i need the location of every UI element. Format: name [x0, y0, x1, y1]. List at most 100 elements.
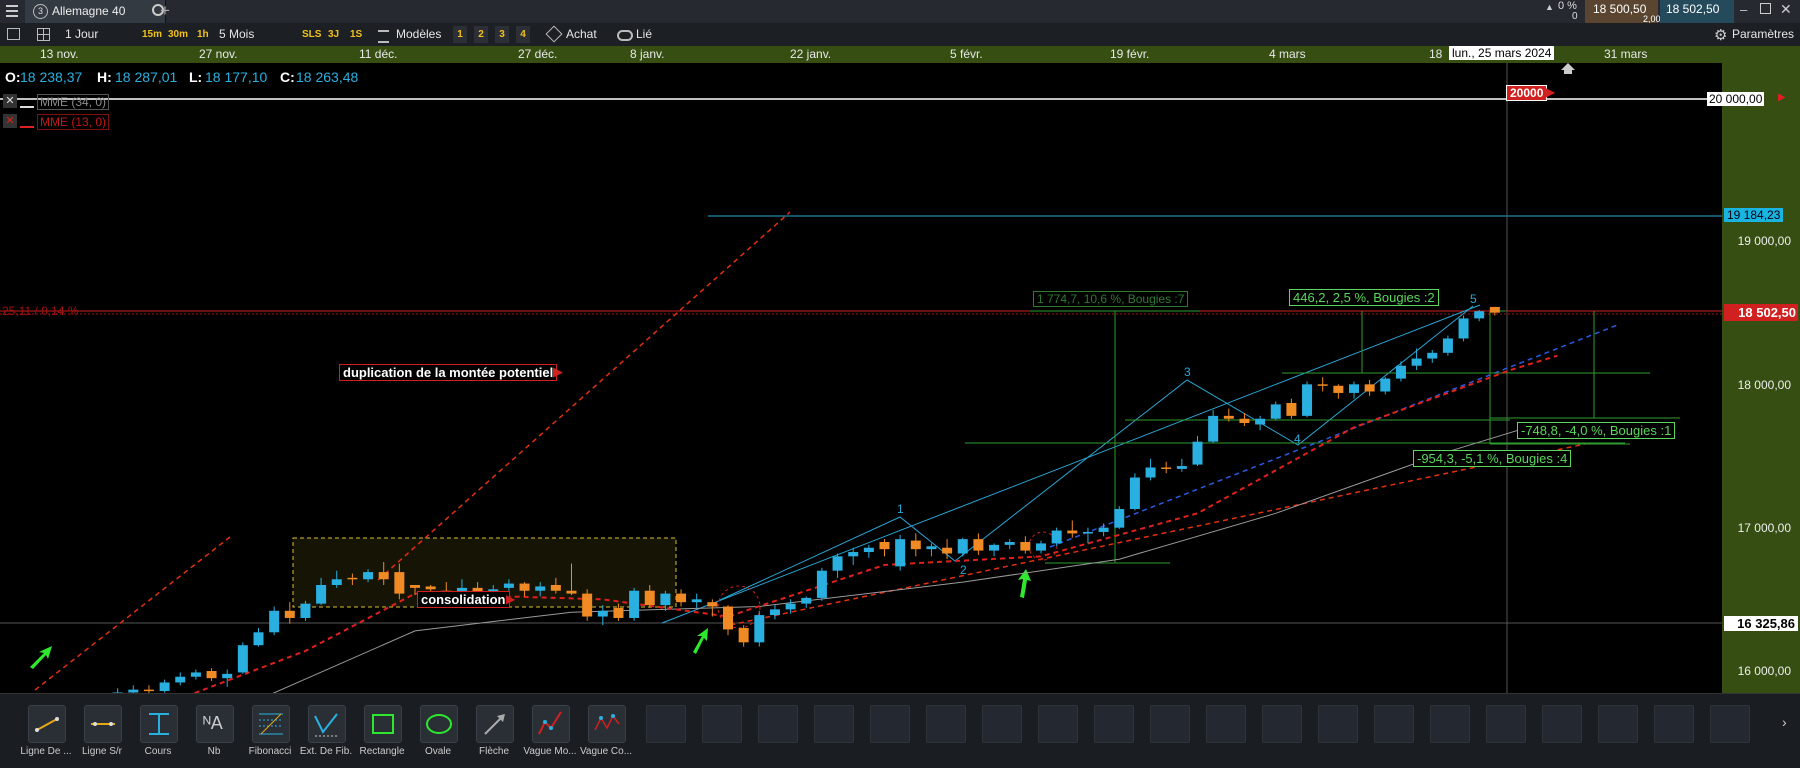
tool-arrow[interactable] [476, 705, 514, 743]
measure-label-4[interactable]: -954,3, -5,1 %, Bougies :4 [1413, 450, 1572, 467]
empty-tool-slot[interactable] [814, 705, 854, 743]
candle-body [363, 572, 374, 580]
tool-motive-wave[interactable] [532, 705, 570, 743]
candle-body [957, 539, 968, 554]
empty-tool-slot[interactable] [1598, 705, 1638, 743]
wave-label: 2 [960, 563, 967, 577]
empty-tool-slot[interactable] [1318, 705, 1358, 743]
tab-number-icon: 3 [33, 4, 48, 19]
quick-3j[interactable]: 3J [328, 26, 339, 43]
ask-box[interactable]: 18 502,50 [1660, 0, 1734, 23]
layout-3[interactable]: 3 [495, 26, 509, 43]
layout-icon[interactable] [7, 28, 20, 40]
empty-tool-slot[interactable] [758, 705, 798, 743]
duplication-line-short [34, 536, 231, 691]
grid-icon[interactable] [37, 28, 50, 41]
layout-2[interactable]: 2 [474, 26, 488, 43]
candle-body [1067, 530, 1078, 534]
tool-text[interactable]: ᴺA [196, 705, 234, 743]
tool-fibonacci[interactable] [252, 705, 290, 743]
remove-indicator-icon[interactable]: ✕ [3, 94, 17, 108]
tool-label: Rectangle [359, 746, 405, 757]
tool-oval[interactable] [420, 705, 458, 743]
empty-tool-slot[interactable] [1094, 705, 1134, 743]
duplication-label[interactable]: duplication de la montée potentiel [339, 364, 558, 381]
measure-label-3[interactable]: -748,8, -4,0 %, Bougies :1 [1517, 422, 1676, 439]
instrument-tab[interactable]: 3 Allemagne 40 [25, 0, 166, 23]
remove-indicator-icon[interactable]: ✕ [3, 114, 17, 128]
tool-price[interactable] [140, 705, 178, 743]
minimize-icon[interactable]: – [1740, 2, 1747, 17]
templates-button[interactable]: Modèles [396, 26, 441, 43]
tool-corrective-wave[interactable] [588, 705, 626, 743]
candle-body [175, 676, 186, 683]
layout-1[interactable]: 1 [453, 26, 467, 43]
empty-tool-slot[interactable] [1654, 705, 1694, 743]
hide-indicator-icon[interactable] [20, 114, 34, 128]
tool-rectangle[interactable] [364, 705, 402, 743]
empty-tool-slot[interactable] [982, 705, 1022, 743]
consolidation-label[interactable]: consolidation [417, 591, 510, 608]
change-abs: 0 [1572, 11, 1578, 22]
quick-sls[interactable]: SLS [302, 26, 321, 43]
templates-icon[interactable] [378, 30, 389, 43]
measure-label-2[interactable]: 446,2, 2,5 %, Bougies :2 [1289, 289, 1439, 306]
tf-1h[interactable]: 1h [197, 26, 209, 43]
tf-30m[interactable]: 30m [168, 26, 188, 43]
candle-body [269, 610, 280, 633]
empty-tool-slot[interactable] [1206, 705, 1246, 743]
hide-indicator-icon[interactable] [20, 94, 34, 108]
quick-1s[interactable]: 1S [350, 26, 362, 43]
menu-icon[interactable] [6, 5, 18, 17]
empty-tool-slot[interactable] [1374, 705, 1414, 743]
candle-body [1302, 384, 1313, 416]
empty-tool-slot[interactable] [926, 705, 966, 743]
empty-tool-slot[interactable] [1150, 705, 1190, 743]
empty-tool-slot[interactable] [1542, 705, 1582, 743]
wave-label: 4 [1294, 432, 1301, 446]
candle-body [1208, 415, 1219, 442]
price-tick: 18 000,00 [1737, 378, 1791, 392]
candle-body [1098, 527, 1109, 532]
empty-tool-slot[interactable] [1486, 705, 1526, 743]
empty-tool-slot[interactable] [1430, 705, 1470, 743]
settings-button[interactable]: Paramètres [1732, 26, 1794, 43]
buy-button[interactable]: Achat [566, 26, 597, 43]
period-select[interactable]: 1 Jour [65, 26, 98, 43]
current-price-tag: 18 502,50 [1724, 304, 1798, 321]
close-icon[interactable]: ✕ [1780, 1, 1792, 18]
empty-tool-slot[interactable] [646, 705, 686, 743]
maximize-icon[interactable] [1760, 3, 1771, 14]
empty-tool-slot[interactable] [702, 705, 742, 743]
ema34-label: MME (34, 0) [37, 94, 110, 110]
low-label: L: [189, 69, 203, 85]
measure-label-1[interactable]: 1 774,7, 10,6 %, Bougies :7 [1033, 291, 1189, 307]
empty-tool-slot[interactable] [1262, 705, 1302, 743]
tool-trendline[interactable] [28, 705, 66, 743]
settings-icon[interactable]: ⚙ [1714, 26, 1727, 44]
candlestick-chart[interactable] [0, 63, 1722, 693]
candle-body [644, 590, 655, 606]
candle-body [1286, 402, 1297, 416]
candle-body [143, 689, 154, 692]
add-tab-icon[interactable]: + [160, 1, 170, 21]
linked-button[interactable]: Lié [636, 26, 652, 43]
candle-body [519, 583, 530, 591]
tool-sr-line[interactable] [84, 705, 122, 743]
empty-tool-slot[interactable] [1038, 705, 1078, 743]
layout-4[interactable]: 4 [516, 26, 530, 43]
current-change-label: 25,11 / 0,14 % [2, 304, 79, 318]
empty-tool-slot[interactable] [1710, 705, 1750, 743]
scroll-right-icon[interactable]: › [1782, 714, 1787, 730]
candle-body [378, 572, 389, 580]
price-tick: 19 000,00 [1737, 234, 1791, 248]
range-select[interactable]: 5 Mois [219, 26, 254, 43]
buy-icon[interactable] [545, 25, 563, 43]
empty-tool-slot[interactable] [870, 705, 910, 743]
bid-box[interactable]: 18 500,50 2,00 [1585, 0, 1661, 24]
tool-fib-extension[interactable] [308, 705, 346, 743]
tf-15m[interactable]: 15m [142, 26, 162, 43]
candle-body [660, 593, 671, 606]
link-icon[interactable] [617, 30, 633, 41]
target-flag[interactable]: 20000 [1506, 85, 1548, 101]
